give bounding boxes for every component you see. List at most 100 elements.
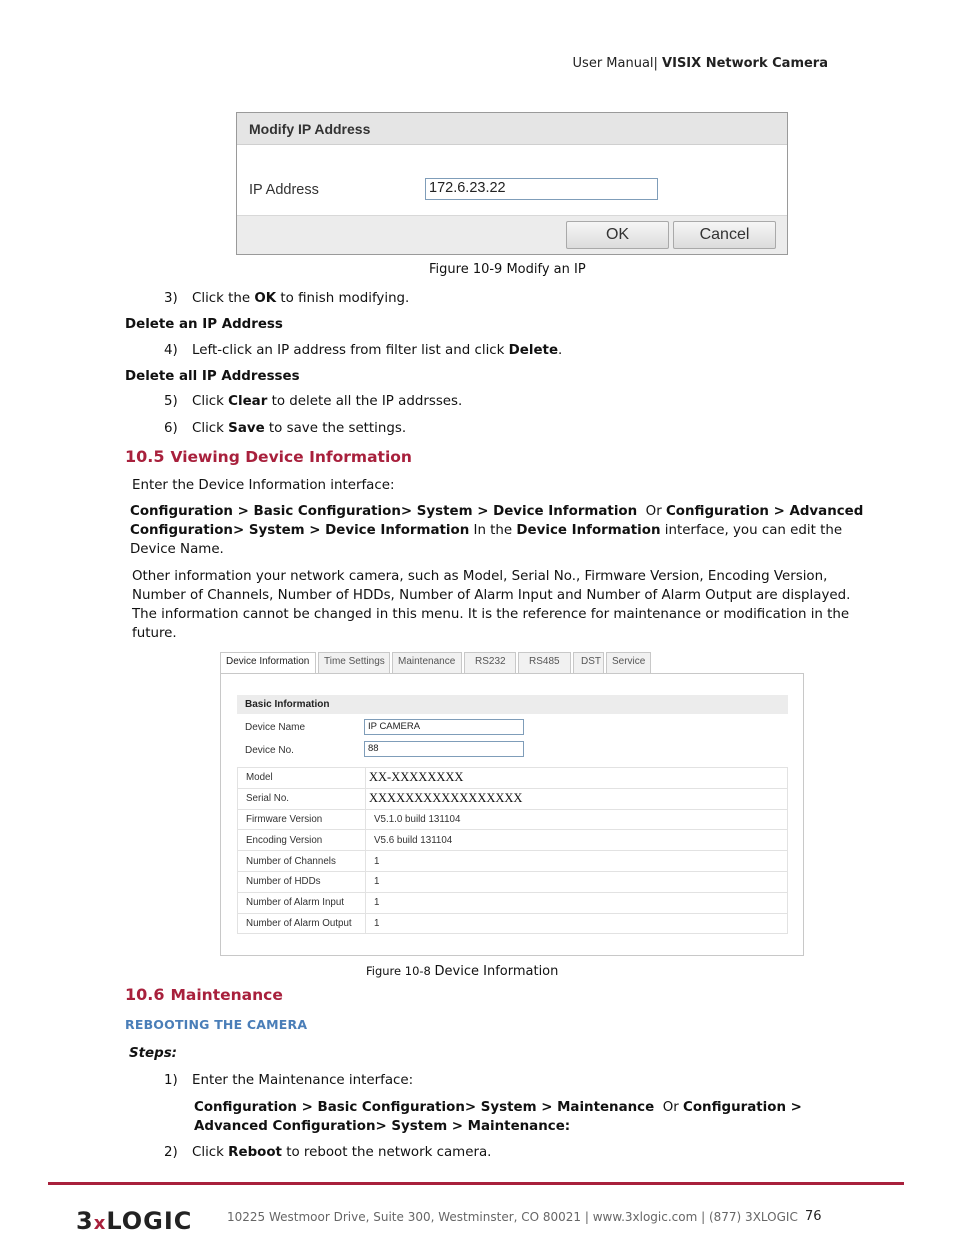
step-item: 3) Click the OK to finish modifying. xyxy=(164,289,409,308)
step-number: 3) xyxy=(164,291,178,306)
step-bold: OK xyxy=(254,291,277,306)
row-value: XXXXXXXXXXXXXXXXX xyxy=(365,787,788,810)
ok-button[interactable]: OK xyxy=(566,221,669,249)
caption-text: Device Information xyxy=(434,964,559,979)
table-row: Serial No. XXXXXXXXXXXXXXXXX xyxy=(237,787,788,810)
modify-ip-dialog: Modify IP Address IP Address 172.6.23.22… xyxy=(236,112,788,255)
step-text: Click xyxy=(192,1145,229,1160)
step-bold: Reboot xyxy=(228,1145,282,1160)
tab-service[interactable]: Service xyxy=(606,652,651,673)
nav-path: Configuration > Basic Configuration> Sys… xyxy=(194,1100,655,1115)
step-bold: Save xyxy=(228,421,265,436)
device-no-label: Device No. xyxy=(245,745,294,756)
dialog-title: Modify IP Address xyxy=(237,113,787,145)
ip-address-input[interactable]: 172.6.23.22 xyxy=(425,178,658,200)
device-info-table: Model XX-XXXXXXXX Serial No. XXXXXXXXXXXXX… xyxy=(237,767,788,935)
caption-prefix: Figure 10-8 xyxy=(366,964,435,978)
device-name-input[interactable]: IP CAMERA xyxy=(364,719,524,735)
section-heading-10-6: 10.6 Maintenance xyxy=(125,985,283,1004)
step-number: 4) xyxy=(164,343,178,358)
row-label: Number of HDDs xyxy=(237,870,366,893)
steps-label: Steps: xyxy=(129,1046,178,1061)
paragraph-line: The information cannot be changed in thi… xyxy=(132,607,850,622)
row-label: Number of Alarm Output xyxy=(237,912,366,935)
tab-dst[interactable]: DST xyxy=(573,652,604,673)
step-text: Enter the Maintenance interface: xyxy=(192,1073,414,1088)
paragraph-line: Other information your network camera, s… xyxy=(132,569,828,584)
cancel-button[interactable]: Cancel xyxy=(673,221,776,249)
page-header: User Manual| VISIX Network Camera xyxy=(573,56,828,71)
tab-maintenance[interactable]: Maintenance xyxy=(392,652,462,673)
row-value: V5.6 build 131104 xyxy=(365,829,788,852)
row-value: 1 xyxy=(365,850,788,872)
step-item: 5) Click Clear to delete all the IP addr… xyxy=(164,392,462,411)
step-item: 6) Click Save to save the settings. xyxy=(164,419,406,438)
header-prefix: User Manual| xyxy=(572,56,663,71)
row-label: Serial No. xyxy=(237,787,366,810)
subheading-rebooting: REBOOTING THE CAMERA xyxy=(125,1017,308,1032)
nav-path-paragraph: Configuration > Basic Configuration> Sys… xyxy=(194,1098,802,1136)
row-value: 1 xyxy=(365,870,788,893)
step-number: 6) xyxy=(164,421,178,436)
logo-x: x xyxy=(93,1213,107,1234)
or-text: Or xyxy=(654,1100,684,1115)
paragraph-line: Number of Channels, Number of HDDs, Numb… xyxy=(132,588,851,603)
step-text: Click xyxy=(192,421,229,436)
nav-path: Advanced Configuration> System > Mainten… xyxy=(194,1119,571,1134)
row-value: 1 xyxy=(365,891,788,914)
subsection-heading: Delete all IP Addresses xyxy=(125,369,300,384)
step-number: 1) xyxy=(164,1073,178,1088)
tab-device-information[interactable]: Device Information xyxy=(220,652,316,673)
section-number: 10.5 xyxy=(125,447,165,466)
table-row: Number of Alarm Input 1 xyxy=(237,891,788,914)
table-row: Encoding Version V5.6 build 131104 xyxy=(237,829,788,852)
row-value: XX-XXXXXXXX xyxy=(365,767,788,789)
row-value: 1 xyxy=(365,912,788,935)
company-logo: 3xLOGIC xyxy=(76,1207,192,1235)
step-item: 2) Click Reboot to reboot the network ca… xyxy=(164,1143,491,1162)
text: interface, you can edit the xyxy=(660,523,843,538)
logo-part: 3 xyxy=(76,1207,94,1235)
step-text: to reboot the network camera. xyxy=(281,1145,492,1160)
step-bold: Delete xyxy=(508,343,559,358)
table-row: Firmware Version V5.1.0 build 131104 xyxy=(237,808,788,831)
section-number: 10.6 xyxy=(125,985,165,1004)
step-text: to delete all the IP addrsses. xyxy=(267,394,463,409)
nav-path: Configuration > xyxy=(683,1100,802,1115)
device-name-label: Device Name xyxy=(245,722,306,733)
table-row: Model XX-XXXXXXXX xyxy=(237,767,788,789)
section-title: Viewing Device Information xyxy=(170,448,412,466)
description-paragraph: Other information your network camera, s… xyxy=(132,567,851,643)
logo-part: LOGIC xyxy=(106,1207,193,1235)
row-label: Number of Channels xyxy=(237,850,366,872)
dialog-button-bar: OK Cancel xyxy=(237,215,787,254)
footer-divider xyxy=(48,1182,904,1185)
device-info-panel: Basic Information Device Name IP CAMERA … xyxy=(220,673,804,956)
subsection-heading: Delete an IP Address xyxy=(125,317,283,332)
device-info-tabs: Device Information Time Settings Mainten… xyxy=(220,652,653,673)
nav-path: Configuration > Advanced xyxy=(665,504,864,519)
tab-rs485[interactable]: RS485 xyxy=(518,652,571,673)
intro-text: Enter the Device Information interface: xyxy=(132,478,395,493)
figure-caption: Figure 10-8 Device Information xyxy=(366,964,558,979)
step-item: 1) Enter the Maintenance interface: xyxy=(164,1071,413,1090)
step-text: Click the xyxy=(192,291,255,306)
table-row: Number of Alarm Output 1 xyxy=(237,912,788,935)
section-title: Maintenance xyxy=(170,986,283,1004)
footer-address: 10225 Westmoor Drive, Suite 300, Westmin… xyxy=(227,1210,798,1224)
step-text: to finish modifying. xyxy=(276,291,410,306)
paragraph-line: future. xyxy=(132,626,177,641)
step-bold: Clear xyxy=(228,394,268,409)
page-number: 76 xyxy=(805,1209,822,1224)
row-label: Encoding Version xyxy=(237,829,366,852)
step-text: . xyxy=(558,343,563,358)
or-text: Or xyxy=(637,504,666,519)
step-item: 4) Left-click an IP address from filter … xyxy=(164,341,562,360)
bold-term: Device Information xyxy=(516,523,661,538)
nav-path: Configuration> System > Device Informati… xyxy=(130,523,470,538)
tab-time-settings[interactable]: Time Settings xyxy=(318,652,390,673)
device-no-input[interactable]: 88 xyxy=(364,741,524,757)
header-brand: VISIX Network Camera xyxy=(662,56,828,71)
tab-rs232[interactable]: RS232 xyxy=(464,652,516,673)
text: Device Name. xyxy=(130,542,224,557)
